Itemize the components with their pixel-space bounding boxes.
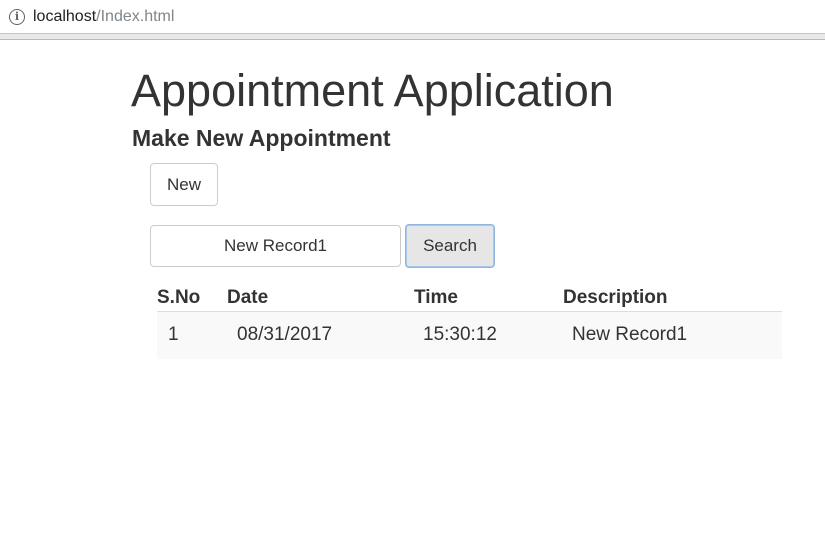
search-button[interactable]: Search (405, 224, 495, 268)
column-header-description: Description (563, 285, 782, 312)
browser-address-bar[interactable]: i localhost/Index.html (0, 0, 825, 33)
table-header-row: S.No Date Time Description (157, 285, 782, 312)
search-input[interactable] (150, 225, 401, 267)
cell-date: 08/31/2017 (227, 311, 414, 359)
toolbar-divider (0, 33, 825, 40)
info-icon[interactable]: i (9, 8, 25, 25)
new-button[interactable]: New (150, 163, 218, 206)
table-row: 1 08/31/2017 15:30:12 New Record1 (157, 311, 782, 359)
page-title: Appointment Application (131, 65, 614, 116)
cell-sno: 1 (157, 311, 227, 359)
url-host: localhost (33, 7, 97, 25)
page-subtitle: Make New Appointment (132, 125, 391, 151)
appointments-table: S.No Date Time Description 1 08/31/2017 … (157, 285, 782, 359)
column-header-date: Date (227, 285, 414, 312)
url-path: /Index.html (96, 7, 175, 25)
column-header-time: Time (414, 285, 563, 312)
cell-time: 15:30:12 (414, 311, 563, 359)
url-text[interactable]: localhost/Index.html (33, 8, 174, 26)
cell-description: New Record1 (563, 311, 782, 359)
column-header-sno: S.No (157, 285, 227, 312)
